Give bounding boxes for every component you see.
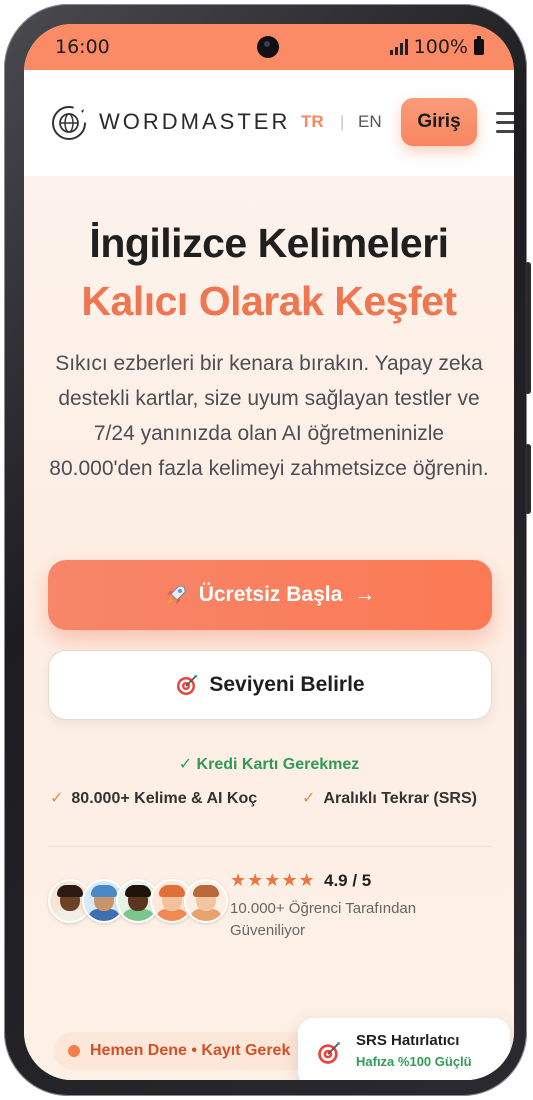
dot-icon [68, 1045, 80, 1057]
signal-icon [389, 39, 408, 55]
determine-level-button[interactable]: Seviyeni Belirle [48, 650, 492, 720]
hero-section: İngilizce Kelimeleri Kalıcı Olarak Keşfe… [24, 176, 514, 1080]
target-icon [177, 675, 198, 695]
menu-icon[interactable] [496, 112, 514, 134]
no-credit-card-note: ✓ Kredi Kartı Gerekmez [178, 756, 360, 773]
rating-value: 4.9 / 5 [324, 871, 372, 890]
srs-title: SRS Hatırlatıcı [356, 1032, 460, 1049]
battery-icon [474, 36, 484, 55]
divider [48, 846, 492, 847]
hero-description: Sıkıcı ezberleri bir kenara bırakın. Yap… [49, 352, 489, 480]
lang-en-link[interactable]: EN [358, 112, 382, 132]
check-icon: ✓ [50, 790, 64, 807]
status-time: 16:00 [55, 36, 110, 58]
check-icon: ✓ [302, 790, 316, 807]
screen: 16:00 100% WORDMASTER TR | EN Giriş İngi… [24, 24, 514, 1080]
avatar-group [48, 879, 228, 923]
lang-tr-link[interactable]: TR [301, 112, 324, 132]
target-icon [318, 1042, 340, 1064]
phone-frame: 16:00 100% WORDMASTER TR | EN Giriş İngi… [4, 4, 531, 1096]
status-bar: 16:00 100% [24, 24, 514, 70]
brand-name[interactable]: WORDMASTER [99, 109, 290, 135]
start-free-label: Ücretsiz Başla [198, 583, 343, 606]
trust-text: 10.000+ Öğrenci Tarafından Güveniliyor [230, 900, 417, 939]
srs-reminder-card[interactable]: SRS Hatırlatıcı Hafıza %100 Güçlü [298, 1018, 510, 1080]
volume-button [525, 262, 531, 394]
avatar [184, 879, 228, 923]
hero-title-accent: Kalıcı Olarak Keşfet [81, 278, 457, 324]
try-now-label: Hemen Dene • Kayıt Gerek [90, 1042, 291, 1059]
navbar: WORDMASTER TR | EN Giriş [24, 70, 514, 177]
front-camera [257, 36, 279, 58]
try-now-pill[interactable]: Hemen Dene • Kayıt Gerek [54, 1032, 328, 1070]
power-button [525, 444, 531, 514]
globe-logo-icon[interactable] [51, 105, 87, 141]
lang-separator: | [340, 112, 345, 131]
determine-level-label: Seviyeni Belirle [209, 673, 365, 696]
arrow-right-icon: → [354, 583, 376, 606]
rocket-icon [166, 585, 186, 604]
battery-percent: 100% [413, 36, 468, 58]
login-button[interactable]: Giriş [401, 98, 477, 146]
hero-title: İngilizce Kelimeleri [89, 220, 449, 266]
srs-subtitle: Hafıza %100 Güçlü [356, 1054, 472, 1069]
rating-stars: ★★★★★ [230, 870, 316, 890]
start-free-button[interactable]: Ücretsiz Başla → [48, 560, 492, 630]
feature-item: ✓ 80.000+ Kelime & AI Koç [50, 790, 258, 807]
feature-item: ✓ Aralıklı Tekrar (SRS) [302, 790, 477, 807]
